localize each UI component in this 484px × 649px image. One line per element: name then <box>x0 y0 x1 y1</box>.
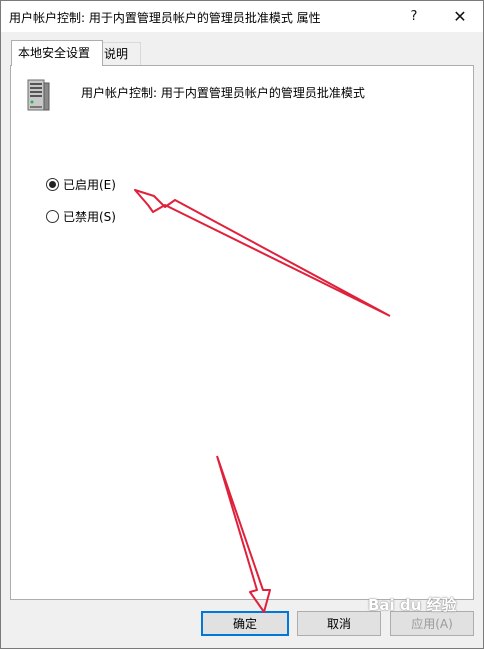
enabled-radio[interactable] <box>46 178 59 191</box>
tab-explain[interactable]: 说明 <box>97 42 141 65</box>
tab-local-security-setting[interactable]: 本地安全设置 <box>11 40 103 66</box>
ok-button[interactable]: 确定 <box>201 611 289 636</box>
enabled-option[interactable]: 已启用(E) <box>46 176 116 193</box>
disabled-option[interactable]: 已禁用(S) <box>46 208 116 225</box>
enabled-label: 已启用(E) <box>63 178 116 192</box>
disabled-label: 已禁用(S) <box>63 210 116 224</box>
help-icon: ? <box>410 9 418 24</box>
close-button[interactable]: ✕ <box>437 1 483 32</box>
policy-title: 用户帐户控制: 用于内置管理员帐户的管理员批准模式 <box>81 86 365 100</box>
close-icon: ✕ <box>453 7 467 26</box>
help-button[interactable]: ? <box>391 1 437 32</box>
window-title: 用户帐户控制: 用于内置管理员帐户的管理员批准模式 属性 <box>9 11 321 25</box>
server-policy-icon <box>27 79 50 111</box>
tab-panel: 用户帐户控制: 用于内置管理员帐户的管理员批准模式 已启用(E) 已禁用(S) <box>10 65 474 600</box>
properties-dialog: 用户帐户控制: 用于内置管理员帐户的管理员批准模式 属性 ? ✕ 本地安全设置 … <box>0 0 484 649</box>
title-bar: 用户帐户控制: 用于内置管理员帐户的管理员批准模式 属性 ? ✕ <box>1 1 483 32</box>
watermark-text: Bai du 经验 <box>368 596 457 614</box>
disabled-radio[interactable] <box>46 210 59 223</box>
